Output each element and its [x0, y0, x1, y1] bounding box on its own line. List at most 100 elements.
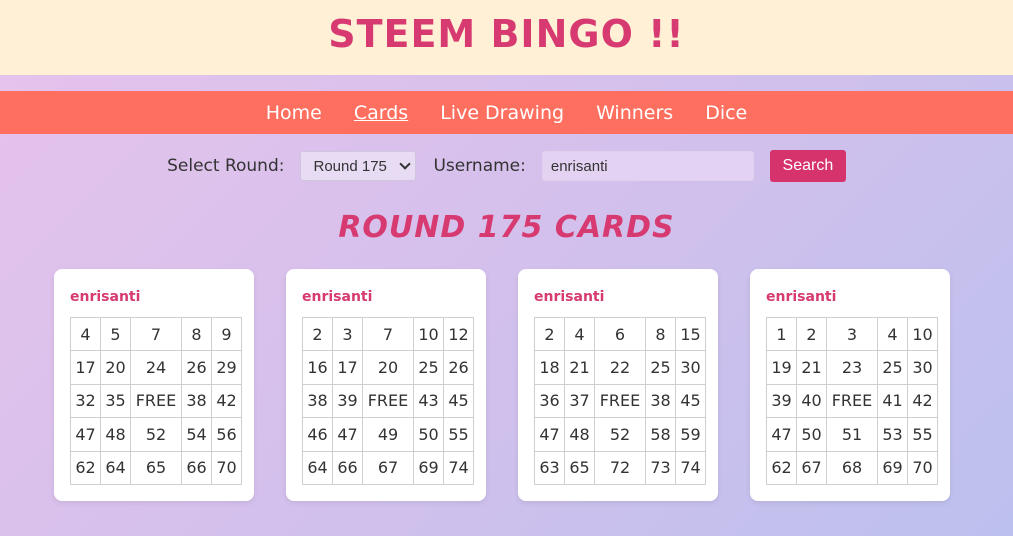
bingo-row: 2 4 6 8 15	[534, 316, 706, 352]
bingo-cell: 49	[362, 417, 414, 452]
nav-winners[interactable]: Winners	[596, 102, 673, 124]
search-button[interactable]: Search	[769, 150, 846, 182]
bingo-cell: 58	[645, 417, 676, 452]
bingo-cell: 38	[645, 383, 676, 419]
bingo-cell: 56	[211, 417, 242, 452]
card-username: enrisanti	[534, 289, 605, 305]
bingo-cell: 2	[534, 316, 565, 352]
bingo-row: 36 37 FREE 38 45	[534, 383, 706, 419]
bingo-cell: 74	[443, 450, 474, 485]
bingo-cell: 5	[100, 316, 131, 352]
bingo-cell: 62	[70, 450, 101, 485]
bingo-row: 32 35 FREE 38 42	[70, 383, 242, 419]
nav-dice[interactable]: Dice	[705, 102, 747, 124]
card-username: enrisanti	[70, 289, 141, 305]
bingo-card: enrisanti 1 2 3 4 10 19 21 23 25 30 39 40 FREE 41 42 47 5…	[750, 269, 950, 501]
bingo-cell: 25	[877, 350, 908, 385]
nav-home[interactable]: Home	[266, 102, 322, 124]
bingo-cell: 67	[796, 450, 827, 485]
bingo-cell: 47	[332, 417, 363, 452]
bingo-row: 18 21 22 25 30	[534, 350, 706, 385]
bingo-cell: 4	[70, 316, 101, 352]
bingo-cell: 32	[70, 383, 101, 419]
bingo-cell: 10	[907, 316, 938, 352]
bingo-cell: 45	[675, 383, 706, 419]
bingo-cell: 7	[130, 316, 182, 352]
bingo-cell: 55	[907, 417, 938, 452]
bingo-cell: 48	[100, 417, 131, 452]
bingo-cell: 42	[211, 383, 242, 419]
bingo-cell: 74	[675, 450, 706, 485]
bingo-cell: 3	[826, 316, 878, 352]
round-select[interactable]: Round 175	[300, 151, 417, 181]
bingo-cell: 38	[302, 383, 333, 419]
bingo-cell: 45	[443, 383, 474, 419]
bingo-grid: 1 2 3 4 10 19 21 23 25 30 39 40 FREE 41 42 47 50 51 53 55 62…	[766, 316, 938, 485]
bingo-cell: 50	[796, 417, 827, 452]
bingo-grid: 4 5 7 8 9 17 20 24 26 29 32 35 FREE 38 42 47 48 52 54 56 62 6…	[70, 316, 242, 485]
nav-live-drawing[interactable]: Live Drawing	[440, 102, 564, 124]
bingo-cell: 29	[211, 350, 242, 385]
bingo-cell: 38	[181, 383, 212, 419]
bingo-cell: 19	[766, 350, 797, 385]
main-nav: Home Cards Live Drawing Winners Dice	[0, 91, 1013, 134]
bingo-cell: 42	[907, 383, 938, 419]
bingo-cell: 26	[443, 350, 474, 385]
bingo-row: 47 50 51 53 55	[766, 417, 938, 452]
username-label: Username:	[433, 156, 526, 176]
bingo-row: 46 47 49 50 55	[302, 417, 474, 452]
bingo-cell: 35	[100, 383, 131, 419]
bingo-cell: 17	[70, 350, 101, 385]
bingo-row: 16 17 20 25 26	[302, 350, 474, 385]
bingo-cell: 36	[534, 383, 565, 419]
bingo-cell: 25	[645, 350, 676, 385]
bingo-cell: 39	[332, 383, 363, 419]
bingo-cell: 18	[534, 350, 565, 385]
bingo-cell: 47	[534, 417, 565, 452]
bingo-cell: 21	[796, 350, 827, 385]
bingo-cell: 3	[332, 316, 363, 352]
bingo-cell: 65	[564, 450, 595, 485]
bingo-cell: 25	[413, 350, 444, 385]
bingo-row: 2 3 7 10 12	[302, 316, 474, 352]
bingo-cell: 16	[302, 350, 333, 385]
bingo-cell: 30	[675, 350, 706, 385]
bingo-cell: 52	[130, 417, 182, 452]
bingo-cell: 4	[877, 316, 908, 352]
username-input[interactable]	[541, 151, 754, 181]
bingo-cell: 67	[362, 450, 414, 485]
bingo-grid: 2 3 7 10 12 16 17 20 25 26 38 39 FREE 43 45 46 47 49 50 55 6…	[302, 316, 474, 485]
bingo-row: 62 64 65 66 70	[70, 450, 242, 485]
bingo-row: 39 40 FREE 41 42	[766, 383, 938, 419]
bingo-cell: 53	[877, 417, 908, 452]
site-header: STEEM BINGO !!	[0, 0, 1013, 75]
bingo-cell: 15	[675, 316, 706, 352]
bingo-cell: 8	[181, 316, 212, 352]
bingo-row: 64 66 67 69 74	[302, 450, 474, 485]
bingo-cell: 26	[181, 350, 212, 385]
bingo-cell: 4	[564, 316, 595, 352]
bingo-cell: 39	[766, 383, 797, 419]
bingo-cell: 52	[594, 417, 646, 452]
chevron-down-icon	[399, 158, 412, 170]
bingo-row: 63 65 72 73 74	[534, 450, 706, 485]
bingo-cell: 41	[877, 383, 908, 419]
nav-cards[interactable]: Cards	[354, 102, 408, 124]
bingo-cell: 37	[564, 383, 595, 419]
bingo-cell: 73	[645, 450, 676, 485]
bingo-cell: 47	[70, 417, 101, 452]
card-username: enrisanti	[302, 289, 373, 305]
bingo-card: enrisanti 2 4 6 8 15 18 21 22 25 30 36 37 FREE 38 45 47 4…	[518, 269, 718, 501]
bingo-row: 45789	[70, 316, 242, 352]
search-controls: Select Round: Round 175 Username: Search	[0, 150, 1013, 182]
bingo-free-cell: FREE	[594, 383, 646, 419]
bingo-cell: 20	[100, 350, 131, 385]
bingo-cell: 43	[413, 383, 444, 419]
bingo-cell: 72	[594, 450, 646, 485]
bingo-cell: 24	[130, 350, 182, 385]
bingo-card: enrisanti 4 5 7 8 9 17 20 24 26 29 32 35 FREE 38 42 47 48…	[54, 269, 254, 501]
bingo-cell: 47	[766, 417, 797, 452]
bingo-cell: 20	[362, 350, 414, 385]
bingo-cell: 66	[332, 450, 363, 485]
bingo-cell: 70	[211, 450, 242, 485]
